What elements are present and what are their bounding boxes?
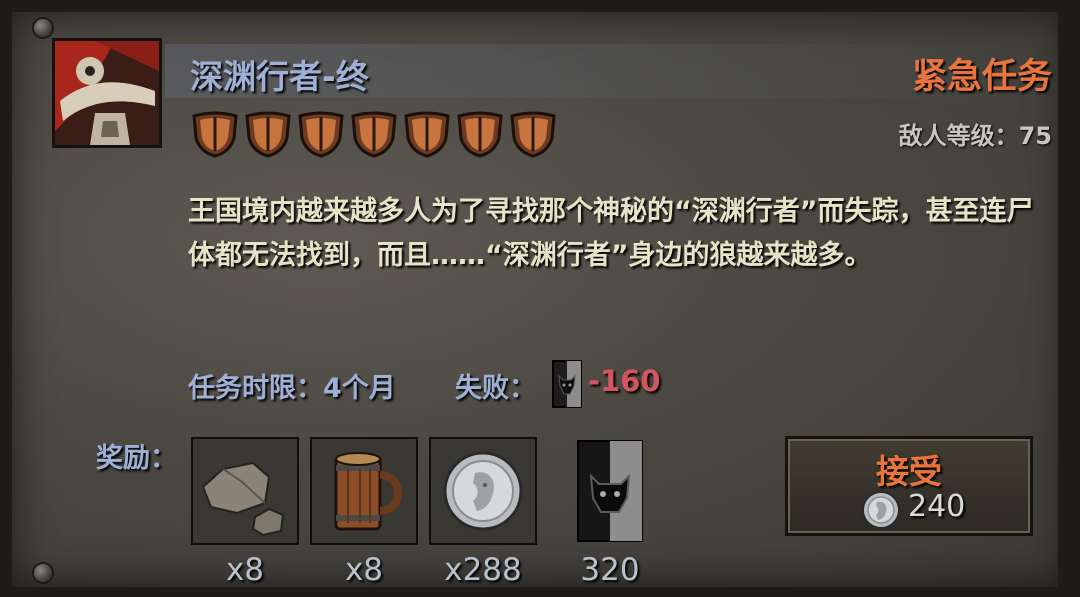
accept-cost: 240 <box>908 489 966 524</box>
difficulty-shields <box>190 110 558 158</box>
reward-slot-stone[interactable] <box>191 437 299 545</box>
reward-slot-mug[interactable] <box>310 437 418 545</box>
shield-icon <box>245 111 291 158</box>
failure-penalty: -160 <box>588 364 661 398</box>
rivet-icon <box>34 564 52 582</box>
failure-label: 失败： <box>455 373 536 404</box>
silver-coin-icon <box>862 491 900 529</box>
panel-frame-top <box>0 0 1080 12</box>
shield-icon <box>351 111 397 158</box>
shield-icon <box>298 111 344 158</box>
reward-count: x8 <box>344 552 384 588</box>
reward-count: 320 <box>580 552 640 588</box>
panel-frame-right <box>1058 0 1080 597</box>
quest-type-label: 紧急任务 <box>911 57 1052 97</box>
rewards-label: 奖励： <box>96 443 177 474</box>
quest-portrait <box>52 38 162 148</box>
accept-button-label: 接受 <box>876 452 942 491</box>
time-limit: 任务时限：4个月 <box>188 373 396 404</box>
quest-description: 王国境内越来越多人为了寻找那个神秘的“深渊行者”而失踪，甚至连尸体都无法找到，而… <box>188 196 1034 271</box>
accept-button[interactable]: 接受 240 <box>785 436 1033 536</box>
silver-coin-icon <box>431 439 535 543</box>
abyss-walker-portrait-icon <box>55 41 159 145</box>
panel-frame-bottom <box>0 587 1080 597</box>
reward-slot-coin[interactable] <box>429 437 537 545</box>
shield-icon <box>404 111 450 158</box>
shield-icon <box>457 111 503 158</box>
wooden-mug-icon <box>312 439 416 543</box>
enemy-level: 敌人等级：75 <box>898 122 1052 150</box>
shield-icon <box>192 111 238 158</box>
reputation-banner-icon[interactable] <box>577 440 643 542</box>
reputation-banner-icon <box>552 360 582 408</box>
stone-icon <box>193 439 297 543</box>
reward-count: x288 <box>444 552 522 588</box>
quest-title: 深渊行者-终 <box>190 57 369 96</box>
reward-count: x8 <box>225 552 265 588</box>
panel-frame-left <box>0 0 12 597</box>
rivet-icon <box>34 19 52 37</box>
shield-icon <box>510 111 556 158</box>
